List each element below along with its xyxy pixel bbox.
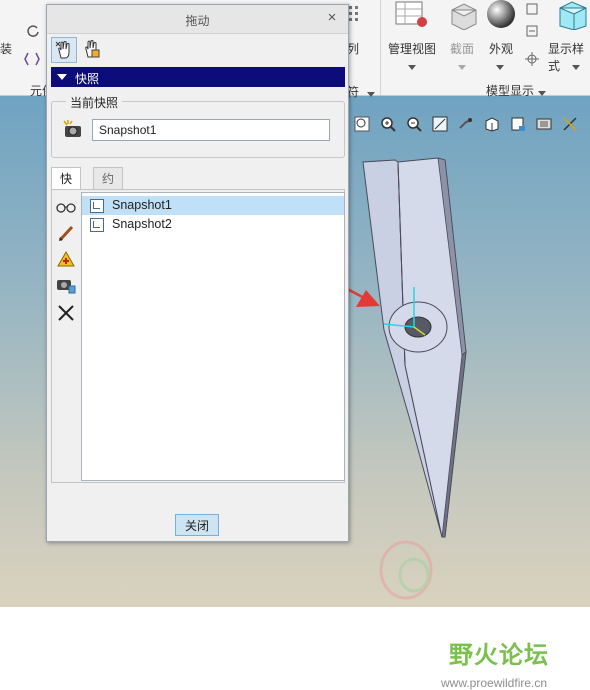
point-drag-icon[interactable] (51, 37, 77, 63)
delete-x-icon[interactable] (55, 302, 77, 324)
display-icon[interactable] (534, 114, 554, 134)
appearance-button[interactable]: 外观 (489, 40, 513, 57)
show-snapshot-glasses-icon[interactable] (55, 196, 77, 218)
take-snapshot-icon[interactable] (62, 119, 84, 144)
snapshot-side-toolbar (52, 190, 80, 480)
dialog-title-bar[interactable]: 拖动 × (47, 5, 348, 34)
tab-snapshots[interactable]: 快照 (51, 167, 82, 208)
watermark-url: www.proewildfire.cn (441, 676, 548, 690)
snapshot-section-header[interactable]: 快照 (51, 67, 345, 87)
view-toolbar (352, 114, 580, 136)
add-warning-icon[interactable] (55, 248, 77, 270)
watermark-text: 野火论坛 (449, 641, 549, 669)
bracket-icon[interactable] (22, 52, 42, 69)
dialog-toolbar (47, 34, 348, 64)
layer-icon[interactable] (525, 2, 539, 19)
zoom-in-icon[interactable] (378, 114, 398, 134)
refresh-icon[interactable] (26, 24, 40, 41)
list-item[interactable]: Snapshot2 (82, 215, 344, 234)
snapshot-item-label: Snapshot1 (112, 198, 172, 212)
watermark-logo (379, 540, 433, 600)
close-icon[interactable]: × (324, 10, 340, 26)
drag-dialog: 拖动 × 快照 当前快照 快照 约束 (46, 4, 349, 542)
section-icon[interactable] (448, 0, 478, 33)
saved-views-icon[interactable] (508, 114, 528, 134)
zoom-out-icon[interactable] (404, 114, 424, 134)
chevron-down-icon[interactable] (367, 87, 375, 101)
display-style-icon[interactable] (556, 0, 590, 33)
body-drag-icon[interactable] (79, 37, 103, 61)
chevron-down-icon[interactable] (458, 60, 466, 74)
snapshot-item-label: Snapshot2 (112, 217, 172, 231)
list-item[interactable]: Snapshot1 (82, 196, 344, 215)
snapshot-list[interactable]: Snapshot1 Snapshot2 (81, 192, 345, 481)
chevron-down-icon[interactable] (572, 60, 580, 74)
section-title: 快照 (75, 72, 100, 86)
chevron-down-icon[interactable] (496, 60, 504, 74)
current-snapshot-group: 当前快照 (51, 94, 345, 158)
snapshot-item-icon (90, 199, 104, 213)
model-display-group-label: 模型显示 (486, 84, 535, 98)
edit-pencil-icon[interactable] (55, 222, 77, 244)
view-cube-icon[interactable] (482, 114, 502, 134)
manage-view-button[interactable]: 管理视图 (388, 40, 436, 57)
model-part[interactable] (362, 157, 467, 538)
current-snapshot-input[interactable] (92, 119, 330, 141)
chevron-down-icon[interactable] (538, 86, 546, 100)
display-style-button[interactable]: 显示样式 (548, 40, 590, 74)
snapshot-tab-panel: Snapshot1 Snapshot2 (51, 189, 345, 483)
chevron-down-icon[interactable] (408, 60, 416, 74)
pattern-icon[interactable] (347, 4, 363, 31)
collapse-triangle-icon (57, 74, 67, 80)
camera-import-icon[interactable] (55, 274, 77, 296)
close-button[interactable]: 关闭 (175, 514, 219, 536)
current-snapshot-label: 当前快照 (66, 94, 123, 111)
datum-display-icon[interactable] (560, 114, 580, 134)
repaint-icon[interactable] (430, 114, 450, 134)
section-button[interactable]: 截面 (450, 40, 474, 57)
ribbon-partial-label-1[interactable]: 装 (0, 40, 12, 57)
tab-constraints[interactable]: 约束 (93, 167, 124, 208)
manage-view-icon[interactable] (394, 0, 428, 33)
appearance-sphere-icon[interactable] (485, 0, 517, 33)
edit-icon[interactable] (525, 24, 539, 41)
dialog-title: 拖动 (185, 14, 210, 28)
spin-center-icon[interactable] (456, 114, 476, 134)
snapshot-item-icon (90, 218, 104, 232)
refit-icon[interactable] (352, 114, 372, 134)
spin-icon[interactable] (525, 52, 539, 69)
